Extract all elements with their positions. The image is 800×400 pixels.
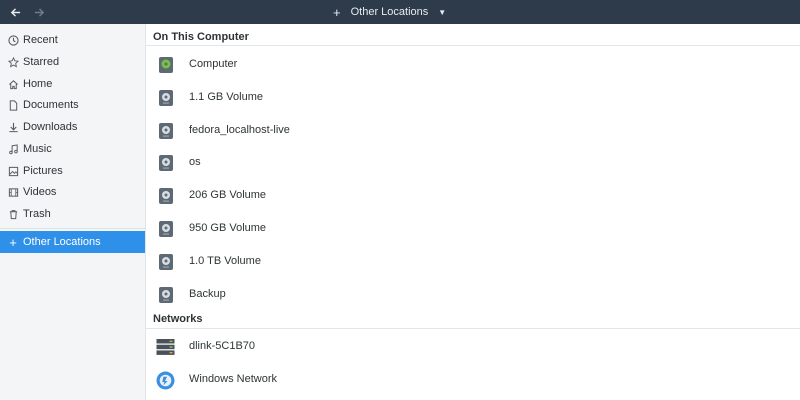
location-label: dlink-5C1B70: [189, 340, 256, 352]
sidebar-divider: [0, 228, 145, 229]
sidebar-item-label: Home: [23, 78, 53, 90]
arrow-right-icon: [34, 7, 44, 17]
location-label: Backup: [189, 288, 226, 300]
location-row-volume[interactable]: 950 GB Volume: [146, 212, 800, 244]
sidebar-item-label: Videos: [23, 186, 57, 198]
location-row-volume[interactable]: 206 GB Volume: [146, 179, 800, 211]
location-label: Windows Network: [189, 373, 278, 385]
sidebar-item-music[interactable]: Music: [0, 138, 145, 160]
sidebar-item-trash[interactable]: Trash: [0, 203, 145, 225]
drive-icon: [159, 155, 173, 171]
document-icon: [7, 99, 19, 111]
clock-icon: [7, 34, 19, 46]
location-row-network[interactable]: Windows Network: [146, 363, 800, 395]
sidebar-item-label: Trash: [23, 208, 51, 220]
video-icon: [7, 186, 19, 198]
locations-view: On This Computer Computer 1.1 GB Volume …: [146, 24, 800, 400]
sidebar-item-videos[interactable]: Videos: [0, 181, 145, 203]
sidebar-item-label: Pictures: [23, 165, 63, 177]
computer-drive-icon: [159, 57, 173, 73]
sidebar-item-documents[interactable]: Documents: [0, 94, 145, 116]
sidebar-item-label: Music: [23, 143, 52, 155]
location-dropdown-button[interactable]: + Other Locations ▼: [333, 0, 446, 24]
location-row-volume[interactable]: 1.0 TB Volume: [146, 245, 800, 277]
section-header-on-this-computer: On This Computer: [153, 31, 249, 43]
location-label: os: [189, 156, 201, 168]
location-plus-icon: +: [333, 4, 341, 20]
location-label: Other Locations: [350, 6, 429, 18]
drive-icon: [159, 221, 173, 237]
location-label: 206 GB Volume: [189, 189, 267, 201]
music-icon: [7, 143, 19, 155]
location-row-volume[interactable]: os: [146, 146, 800, 178]
network-server-icon: [156, 339, 175, 355]
trash-icon: [7, 208, 19, 220]
sidebar-item-recent[interactable]: Recent: [0, 29, 145, 51]
sidebar-item-downloads[interactable]: Downloads: [0, 116, 145, 138]
forward-button[interactable]: [27, 0, 51, 24]
drive-icon: [159, 90, 173, 106]
back-button[interactable]: [3, 0, 27, 24]
location-row-volume[interactable]: fedora_localhost-live: [146, 114, 800, 146]
location-row-computer[interactable]: Computer: [146, 48, 800, 80]
sidebar-item-label: Other Locations: [23, 236, 101, 248]
location-label: 1.0 TB Volume: [189, 255, 261, 267]
location-label: fedora_localhost-live: [189, 124, 290, 136]
location-row-volume[interactable]: 1.1 GB Volume: [146, 81, 800, 113]
picture-icon: [7, 165, 19, 177]
sidebar: Recent Starred Home Documents Downloads …: [0, 24, 146, 400]
caret-down-icon: ▼: [438, 7, 447, 17]
section-divider: [146, 328, 800, 329]
location-row-volume[interactable]: Backup: [146, 278, 800, 310]
header-bar: + Other Locations ▼: [0, 0, 800, 24]
sidebar-item-starred[interactable]: Starred: [0, 51, 145, 73]
drive-icon: [159, 254, 173, 270]
location-label: 950 GB Volume: [189, 222, 267, 234]
drive-icon: [159, 188, 173, 204]
drive-icon: [159, 287, 173, 303]
star-icon: [7, 56, 19, 68]
sidebar-item-pictures[interactable]: Pictures: [0, 160, 145, 182]
sidebar-item-label: Downloads: [23, 121, 78, 133]
sidebar-item-label: Starred: [23, 56, 60, 68]
sidebar-item-other-locations[interactable]: + Other Locations: [0, 231, 145, 253]
drive-icon: [159, 123, 173, 139]
sidebar-item-label: Documents: [23, 99, 79, 111]
section-divider: [146, 45, 800, 46]
location-label: 1.1 GB Volume: [189, 91, 263, 103]
plus-icon: +: [9, 234, 17, 250]
download-icon: [7, 121, 19, 133]
arrow-left-icon: [10, 7, 20, 17]
sidebar-item-home[interactable]: Home: [0, 73, 145, 95]
sidebar-item-label: Recent: [23, 34, 58, 46]
location-row-network[interactable]: dlink-5C1B70: [146, 330, 800, 362]
home-icon: [7, 78, 19, 90]
location-label: Computer: [189, 58, 238, 70]
windows-network-icon: [156, 371, 175, 390]
section-header-networks: Networks: [153, 313, 203, 325]
